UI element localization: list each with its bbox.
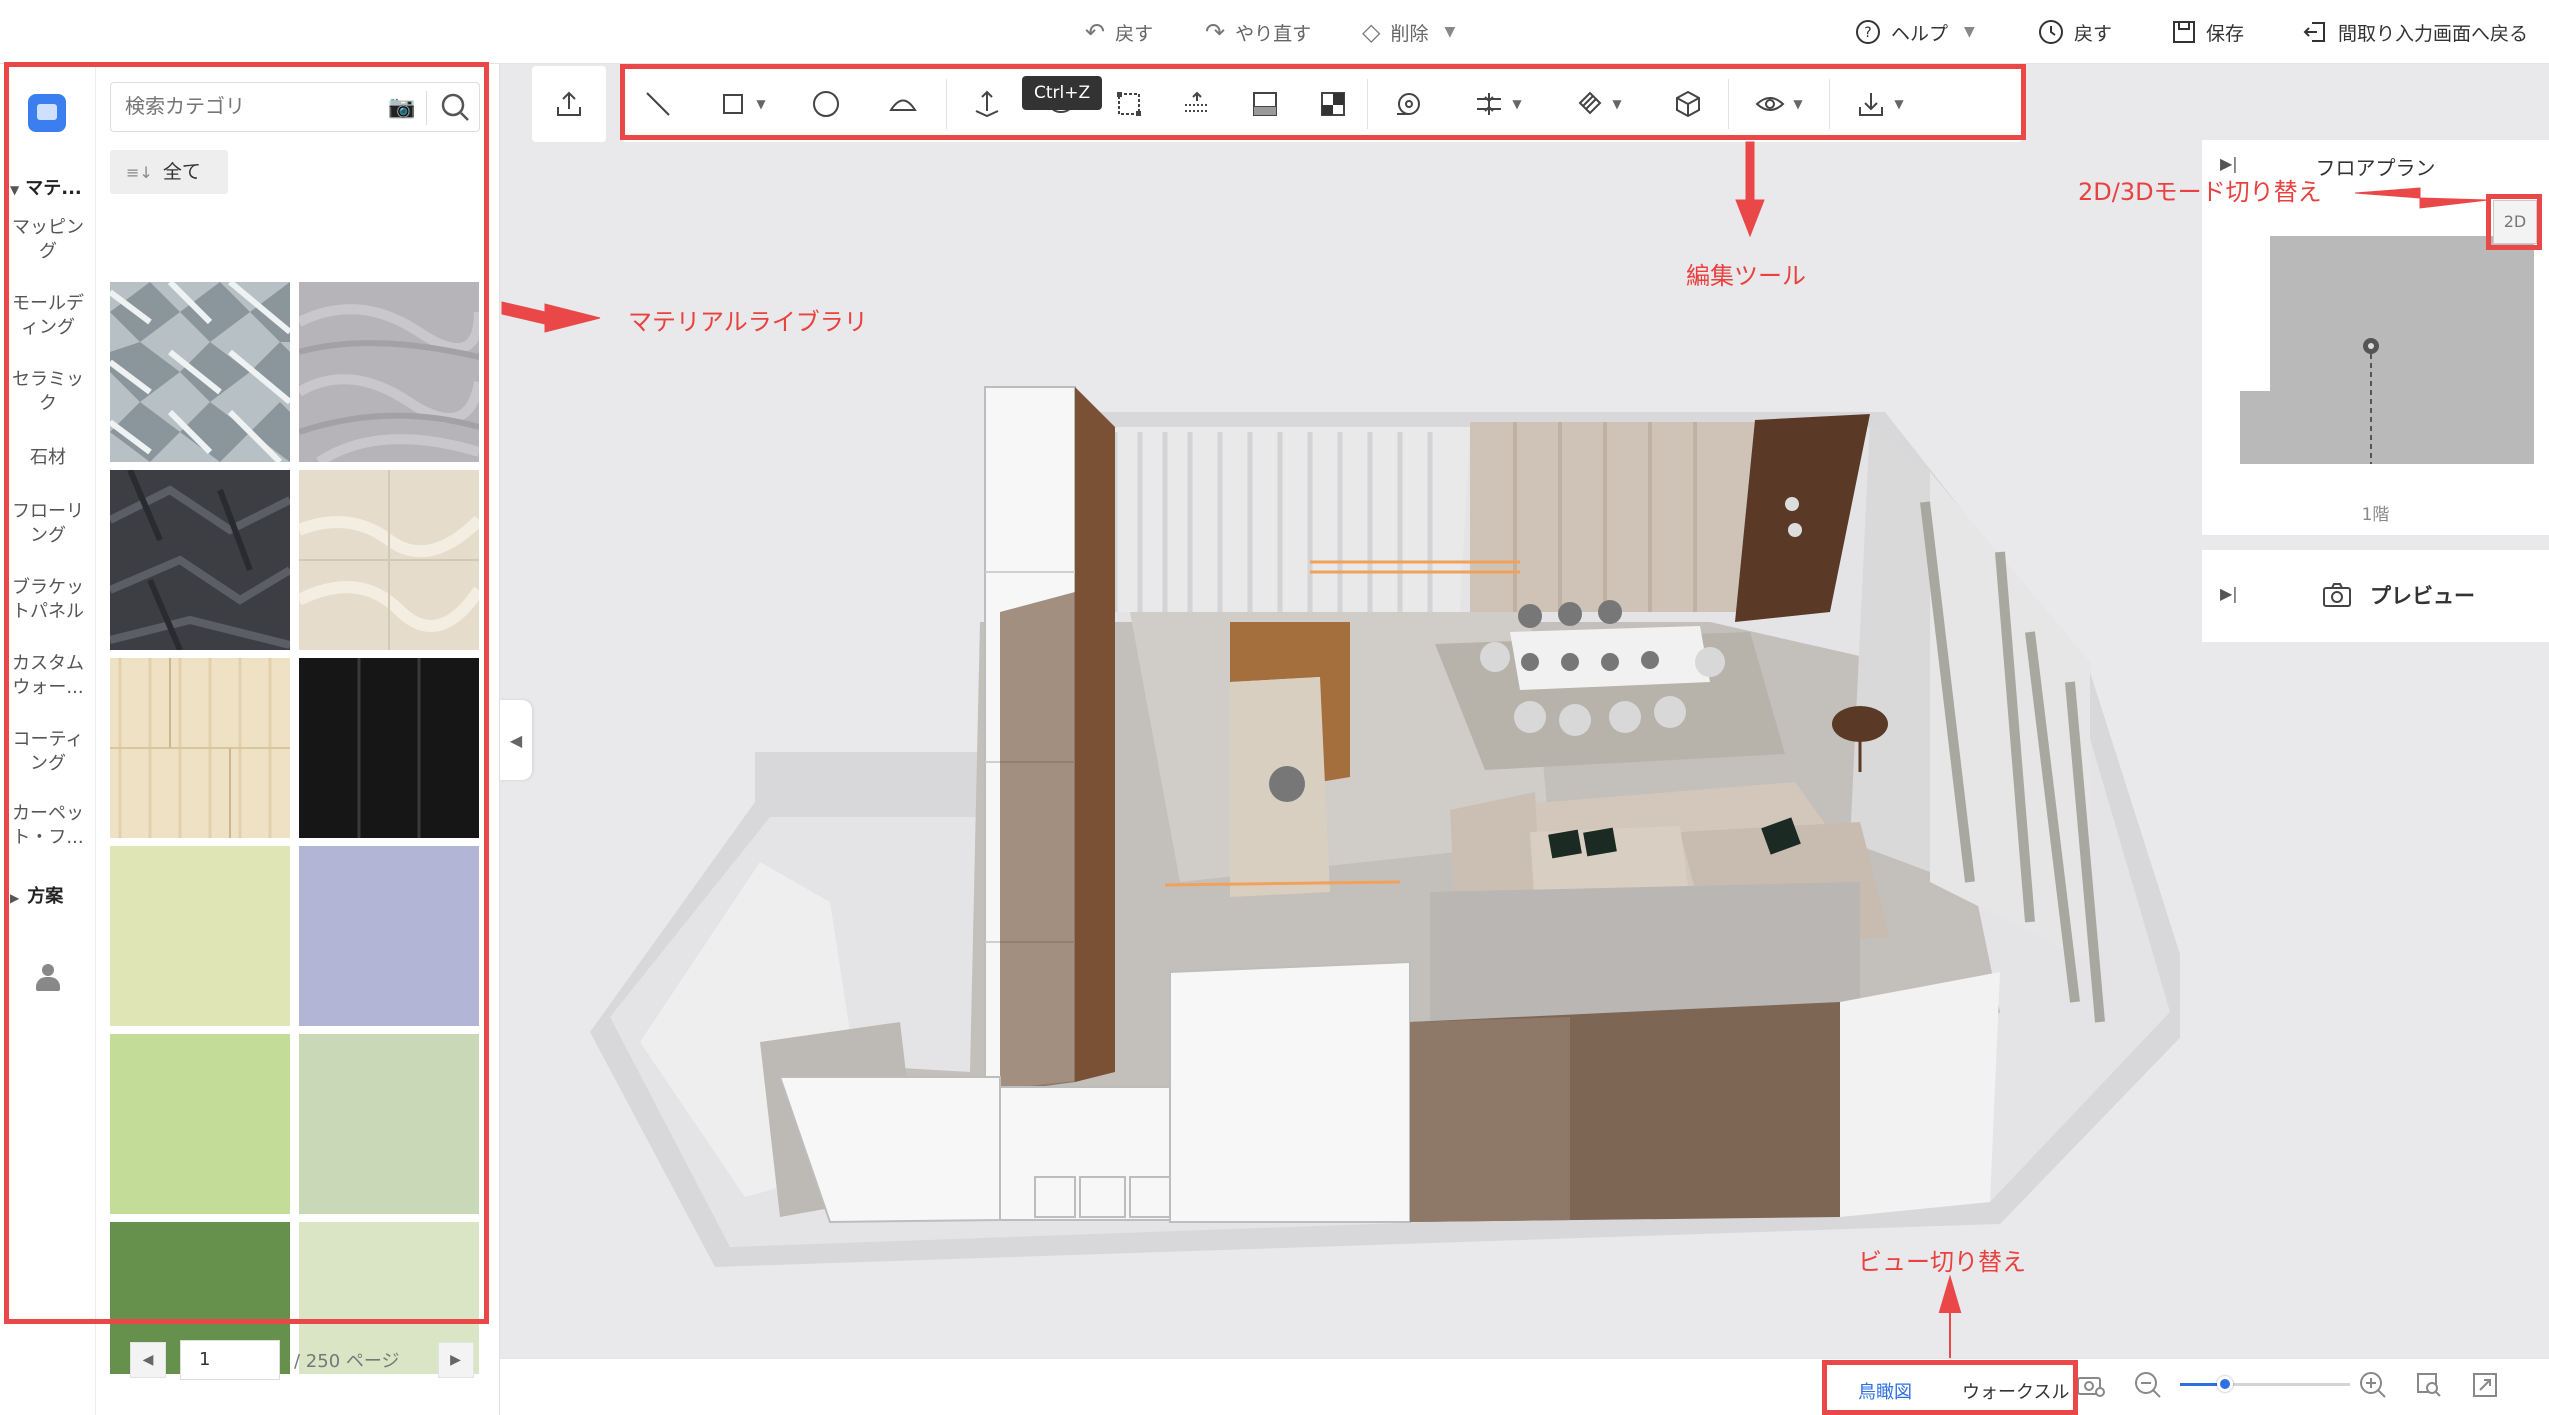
page-input[interactable]: 1 bbox=[180, 1340, 280, 1380]
delete-button[interactable]: ◇ 削除 ▼ bbox=[1362, 0, 1455, 64]
upload-toolbar bbox=[532, 66, 606, 142]
camera-settings-icon[interactable] bbox=[2076, 1370, 2106, 1400]
top-bar: ↶ 戻す ↷ やり直す ◇ 削除 ▼ ? ヘルプ ▼ 戻す 保存 間取り入力画面… bbox=[0, 0, 2549, 64]
zoom-out-icon[interactable] bbox=[2133, 1370, 2163, 1400]
help-button[interactable]: ? ヘルプ ▼ bbox=[1855, 0, 1975, 64]
redo-button[interactable]: ↷ やり直す bbox=[1205, 0, 1311, 64]
annotation-edit-tools: 編集ツール bbox=[1686, 262, 1806, 290]
annotation-view-switch: ビュー切り替え bbox=[1858, 1248, 2026, 1276]
annotation-mode-switch: 2D/3Dモード切り替え bbox=[2078, 178, 2322, 206]
zoom-slider-handle[interactable] bbox=[2217, 1376, 2233, 1392]
page-total: / 250 ページ bbox=[294, 1351, 400, 1372]
collapse-left-icon: ◀ bbox=[509, 730, 523, 750]
clock-icon bbox=[2039, 20, 2063, 44]
upload-icon bbox=[557, 91, 581, 116]
annotation-box-mode-toggle bbox=[2486, 194, 2542, 250]
preview-panel[interactable]: ▶| プレビュー bbox=[2202, 550, 2549, 642]
save-icon bbox=[2173, 21, 2195, 43]
preview-label: プレビュー bbox=[2370, 584, 2475, 608]
fullscreen-icon[interactable] bbox=[2470, 1370, 2500, 1400]
expand-arrow-icon[interactable]: ▶| bbox=[2220, 584, 2238, 603]
eraser-icon: ◇ bbox=[1362, 18, 1381, 46]
back-button[interactable]: 戻す bbox=[2038, 0, 2112, 64]
zoom-fit-icon[interactable] bbox=[2414, 1370, 2444, 1400]
save-button[interactable]: 保存 bbox=[2172, 0, 2244, 64]
annotation-box-edit-tools bbox=[620, 64, 2026, 140]
undo-button[interactable]: ↶ 戻す bbox=[1085, 0, 1153, 64]
redo-icon: ↷ bbox=[1205, 18, 1226, 46]
pagination: ◀ 1 / 250 ページ ▶ bbox=[130, 1340, 474, 1380]
chevron-down-icon: ▼ bbox=[1964, 24, 1975, 40]
zoom-in-icon[interactable] bbox=[2358, 1370, 2388, 1400]
upload-button[interactable] bbox=[535, 66, 603, 142]
camera-icon bbox=[2323, 583, 2351, 607]
annotation-box-material-library bbox=[4, 62, 489, 1324]
annotation-material-library: マテリアルライブラリ bbox=[628, 308, 868, 336]
exit-icon bbox=[2303, 22, 2325, 42]
next-page-button[interactable]: ▶ bbox=[437, 1342, 474, 1378]
collapse-panel-button[interactable]: ◀ bbox=[500, 700, 532, 780]
floor-label: 1階 bbox=[2361, 505, 2390, 525]
chevron-down-icon: ▼ bbox=[1444, 24, 1456, 40]
annotation-box-view-switch bbox=[1822, 1360, 2078, 1415]
svg-text:?: ? bbox=[1864, 25, 1871, 41]
bottom-bar bbox=[500, 1358, 2549, 1415]
undo-icon: ↶ bbox=[1085, 18, 1106, 46]
help-icon: ? bbox=[1856, 20, 1880, 44]
prev-page-button[interactable]: ◀ bbox=[130, 1342, 166, 1378]
return-floorplan-button[interactable]: 間取り入力画面へ戻る bbox=[2302, 0, 2528, 64]
